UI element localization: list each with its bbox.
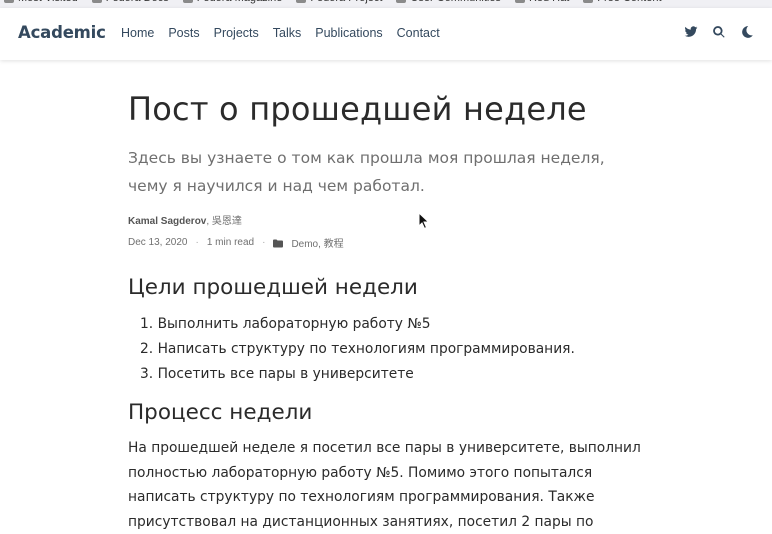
article-authors: Kamal Sagderov, 吳恩達 [128,212,344,227]
bookmark-item[interactable]: Fedora Magazine [182,0,283,4]
page-title: Пост о прошедшей неделе [128,90,587,128]
site-navbar: Academic Home Posts Projects Talks Publi… [0,8,772,60]
twitter-icon[interactable] [684,25,698,39]
nav-link-posts[interactable]: Posts [168,26,199,40]
list-item-text: Посетить все пары в университете [157,366,414,382]
nav-link-home[interactable]: Home [121,26,154,40]
article-categories[interactable]: Demo, 教程 [291,235,343,250]
goals-list: 1. Выполнить лабораторную работу №5 2. Н… [140,312,660,387]
bookmark-label: User Communities [410,0,500,4]
nav-links: Home Posts Projects Talks Publications C… [121,26,454,40]
article-date: Dec 13, 2020 [128,237,188,248]
bookmark-icon [396,0,407,3]
list-item: 2. Написать структуру по технологиям про… [140,337,660,362]
bookmark-icon [583,0,594,3]
nav-link-projects[interactable]: Projects [214,26,259,40]
list-number: 3. [140,366,158,382]
list-number: 2. [140,341,158,357]
bookmark-item[interactable]: Red Hat [514,0,569,4]
mouse-cursor-icon [418,212,430,230]
folder-icon [273,239,284,247]
article-subtitle: Здесь вы узнаете о том как прошла моя пр… [128,149,605,195]
bookmark-label: Free Content [597,0,661,4]
article-meta: Kamal Sagderov, 吳恩達 Dec 13, 2020 · 1 min… [128,212,344,250]
bookmark-icon [182,0,193,3]
bookmark-label: Fedora Project [310,0,382,4]
bookmark-icon [4,0,14,3]
list-item: 1. Выполнить лабораторную работу №5 [140,312,660,337]
author-name[interactable]: Kamal Sagderov [128,216,206,227]
meta-separator: · [262,237,266,248]
bookmark-item[interactable]: Free Content [583,0,662,4]
bookmark-item[interactable]: Fedora Project [296,0,382,4]
process-paragraph: На прошедшей неделе я посетил все пары в… [128,440,641,530]
list-item-text: Написать структуру по технологиям програ… [157,341,575,357]
bookmark-item[interactable]: Fedora Docs [91,0,169,4]
nav-icons [684,25,754,39]
bookmark-label: Red Hat [529,0,569,4]
bookmarks-toolbar: Most Visited Fedora Docs Fedora Magazine Fe… [0,0,772,8]
meta-separator: · [195,237,199,248]
bookmark-label: Fedora Magazine [197,0,283,4]
list-item: 3. Посетить все пары в университете [140,362,660,387]
bookmarks-list: Most Visited Fedora Docs Fedora Magazine Fe… [0,0,662,4]
author-others: , 吳恩達 [206,216,242,227]
nav-link-talks[interactable]: Talks [273,26,301,40]
process-heading: Процесс недели [128,400,313,425]
bookmark-icon [91,0,102,3]
bookmark-item[interactable]: User Communities [396,0,501,4]
bookmark-item[interactable]: Most Visited [4,0,78,4]
bookmark-label: Most Visited [18,0,78,4]
site-brand[interactable]: Academic [18,23,106,42]
article-meta-row: Dec 13, 2020 · 1 min read · Demo, 教程 [128,235,344,250]
goals-heading: Цели прошедшей недели [128,275,418,300]
bookmarks-more-button[interactable]: » [760,0,766,4]
moon-icon[interactable] [740,25,754,39]
list-number: 1. [140,316,158,332]
read-time: 1 min read [206,237,255,248]
bookmark-label: Fedora Docs [106,0,169,4]
search-icon[interactable] [712,25,726,39]
nav-link-contact[interactable]: Contact [397,26,440,40]
bookmark-icon [296,0,307,3]
bookmark-icon [514,0,525,3]
list-item-text: Выполнить лабораторную работу №5 [157,316,431,332]
nav-link-publications[interactable]: Publications [315,26,382,40]
